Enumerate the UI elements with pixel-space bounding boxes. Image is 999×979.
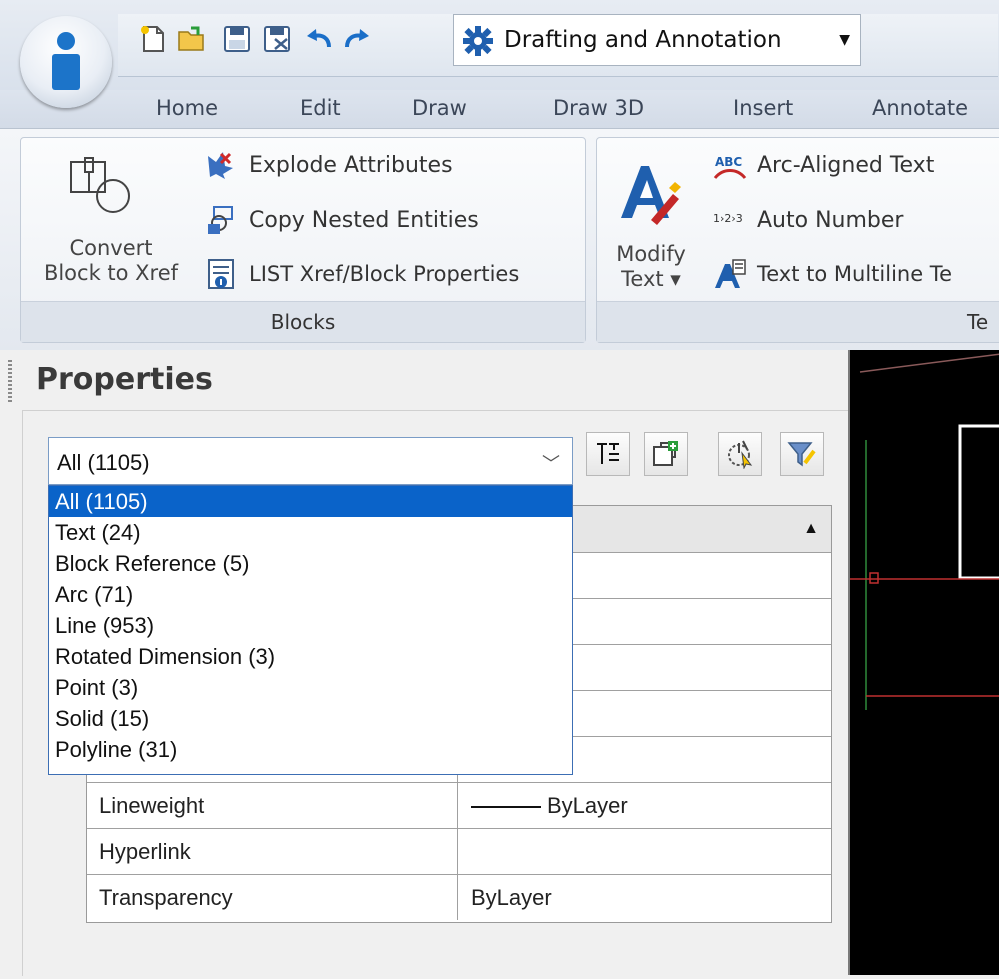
dropdown-option-block-reference[interactable]: Block Reference (5): [49, 548, 572, 579]
dropdown-option-text[interactable]: Text (24): [49, 517, 572, 548]
gear-icon: [462, 25, 494, 61]
explode-attributes-button[interactable]: Explode Attributes: [249, 153, 453, 178]
blocks-panel-title: Blocks: [21, 301, 585, 342]
table-row[interactable]: Hyperlink: [87, 828, 831, 875]
select-objects-button[interactable]: [644, 432, 688, 476]
workspace-label: Drafting and Annotation: [504, 27, 782, 53]
convert-block-to-xref-button[interactable]: Convert Block to Xref: [31, 236, 191, 286]
object-filter-select[interactable]: All (1105) ﹀: [48, 437, 573, 485]
open-icon[interactable]: [176, 24, 206, 54]
drawing-canvas[interactable]: [848, 350, 999, 975]
modify-label-2: Text ▾: [621, 267, 681, 291]
collapse-icon: ▲: [803, 520, 819, 537]
convert-label-2: Block to Xref: [43, 261, 179, 285]
modify-label-1: Modify: [616, 242, 686, 266]
filter-button[interactable]: [780, 432, 824, 476]
dropdown-option-point[interactable]: Point (3): [49, 672, 572, 703]
drawing-geometry: [850, 353, 999, 710]
explode-attributes-icon: [205, 150, 235, 184]
dropdown-option-all[interactable]: All (1105): [49, 486, 572, 517]
dropdown-option-polyline[interactable]: Polyline (31): [49, 734, 572, 765]
palette-grip[interactable]: [8, 360, 12, 404]
copy-nested-entities-button[interactable]: Copy Nested Entities: [249, 208, 479, 233]
list-xref-block-properties-button[interactable]: LIST Xref/Block Properties: [249, 262, 519, 286]
property-value: ByLayer: [471, 885, 552, 910]
copy-nested-entities-icon: [205, 204, 237, 240]
property-name: Lineweight: [87, 782, 458, 828]
auto-number-button[interactable]: Auto Number: [757, 208, 903, 233]
workspace-selector[interactable]: Drafting and Annotation ▼: [453, 14, 861, 66]
chevron-down-icon: ﹀: [542, 454, 560, 474]
table-row[interactable]: Lineweight ByLayer: [87, 782, 831, 829]
application-menu-button[interactable]: [20, 16, 112, 108]
tab-edit[interactable]: Edit: [300, 96, 341, 120]
text-panel-title: Te: [597, 301, 999, 342]
convert-label-1: Convert: [69, 236, 153, 260]
select-objects-icon: [653, 441, 678, 466]
modify-text-icon: [617, 160, 681, 232]
arc-aligned-text-button[interactable]: Arc-Aligned Text: [757, 153, 934, 178]
quick-select-button[interactable]: [718, 432, 762, 476]
tab-annotate[interactable]: Annotate: [872, 96, 968, 120]
tab-home[interactable]: Home: [156, 96, 218, 120]
text-panel: Modify Text ▾ ABC Arc-Aligned Text 1›2›3…: [596, 137, 999, 343]
list-xref-icon: [205, 258, 237, 294]
chevron-down-icon: ▼: [839, 32, 850, 48]
dropdown-option-arc[interactable]: Arc (71): [49, 579, 572, 610]
redo-icon[interactable]: [342, 24, 372, 54]
toggle-pickadd-button[interactable]: [586, 432, 630, 476]
pickadd-icon: [597, 443, 619, 464]
save-icon[interactable]: [222, 24, 252, 54]
dropdown-option-line[interactable]: Line (953): [49, 610, 572, 641]
funnel-icon: [787, 442, 816, 467]
app-logo-icon: [43, 32, 89, 90]
property-name: Transparency: [87, 874, 458, 920]
property-value: [459, 828, 831, 874]
new-icon[interactable]: [138, 24, 168, 54]
tab-insert[interactable]: Insert: [733, 96, 793, 120]
properties-title: Properties: [36, 362, 213, 397]
convert-block-icon: [67, 152, 137, 226]
selected-filter: All (1105): [57, 450, 150, 475]
object-filter-dropdown: All (1105) Text (24) Block Reference (5)…: [48, 485, 573, 775]
dropdown-option-solid[interactable]: Solid (15): [49, 703, 572, 734]
dropdown-option-rotated-dimension[interactable]: Rotated Dimension (3): [49, 641, 572, 672]
text-to-multiline-icon: [713, 258, 747, 296]
modify-text-button[interactable]: Modify Text ▾: [603, 242, 699, 292]
ribbon-tabs: Home Edit Draw Draw 3D Insert Annotate: [0, 90, 999, 128]
save-as-icon[interactable]: [262, 24, 292, 54]
tab-draw-3d[interactable]: Draw 3D: [553, 96, 644, 120]
lineweight-value: ByLayer: [459, 782, 831, 828]
tab-draw[interactable]: Draw: [412, 96, 467, 120]
undo-icon[interactable]: [304, 24, 334, 54]
lineweight-sample: [471, 806, 541, 809]
text-to-multiline-text-button[interactable]: Text to Multiline Te: [757, 262, 952, 286]
ribbon: Convert Block to Xref Explode Attributes…: [0, 128, 999, 352]
property-name: Hyperlink: [87, 828, 458, 874]
blocks-panel: Convert Block to Xref Explode Attributes…: [20, 137, 586, 343]
svg-text:ABC: ABC: [715, 155, 742, 169]
auto-number-icon: 1›2›3: [713, 212, 743, 225]
table-row[interactable]: Transparency ByLayer: [87, 874, 831, 920]
quick-select-icon: [728, 440, 753, 469]
arc-aligned-text-icon: ABC: [713, 152, 747, 186]
